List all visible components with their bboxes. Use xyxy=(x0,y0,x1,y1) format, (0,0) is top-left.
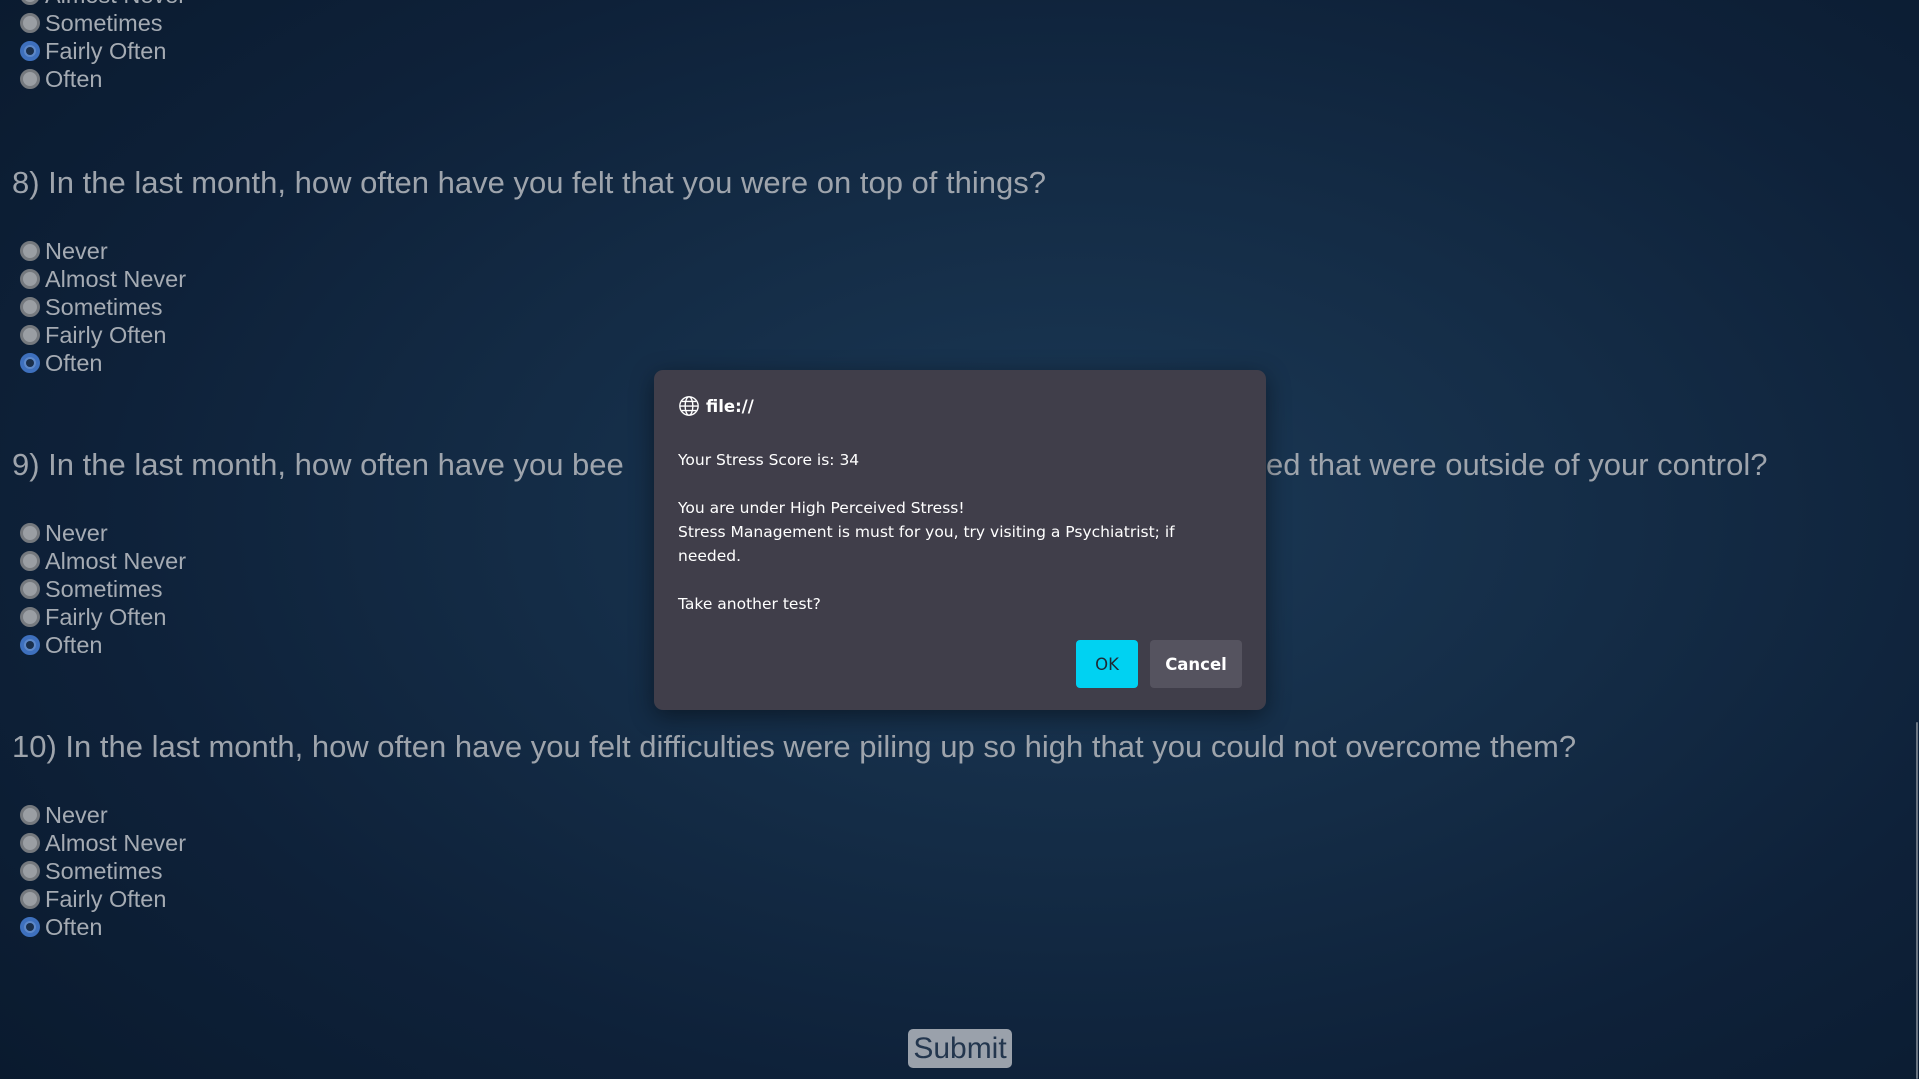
option-label: Almost Never xyxy=(45,265,187,292)
radio-button[interactable] xyxy=(20,241,40,261)
option-label: Often xyxy=(45,913,103,940)
question-10-text: 10) In the last month, how often have yo… xyxy=(12,729,1577,764)
page-scrollbar[interactable] xyxy=(1914,0,1919,1079)
option-fairly-often[interactable]: Fairly Often xyxy=(20,37,186,65)
option-almost-never[interactable]: Almost Never xyxy=(20,547,186,575)
option-often[interactable]: Often xyxy=(20,349,186,377)
option-label: Sometimes xyxy=(45,857,163,884)
radio-button[interactable] xyxy=(20,69,40,89)
option-almost-never[interactable]: Almost Never xyxy=(20,0,186,9)
option-label: Often xyxy=(45,65,103,92)
option-almost-never[interactable]: Almost Never xyxy=(20,265,186,293)
cancel-button[interactable]: Cancel xyxy=(1150,640,1242,688)
radio-button-selected[interactable] xyxy=(20,635,40,655)
option-label: Almost Never xyxy=(45,0,186,9)
option-label: Sometimes xyxy=(45,9,163,36)
option-label: Fairly Often xyxy=(45,37,167,64)
scrollbar-thumb[interactable] xyxy=(1916,722,1918,1079)
alert-dialog: file:// Your Stress Score is: 34 You are… xyxy=(654,370,1266,710)
option-never[interactable]: Never xyxy=(20,801,186,829)
dialog-buttons: OK Cancel xyxy=(1076,640,1242,688)
question-9-text-left: 9) In the last month, how often have you… xyxy=(12,447,624,482)
dialog-origin: file:// xyxy=(706,396,754,416)
option-often[interactable]: Often xyxy=(20,65,186,93)
option-label: Sometimes xyxy=(45,293,163,320)
radio-button[interactable] xyxy=(20,861,40,881)
option-label: Fairly Often xyxy=(45,603,167,630)
option-label: Sometimes xyxy=(45,575,163,602)
option-sometimes[interactable]: Sometimes xyxy=(20,857,186,885)
option-often[interactable]: Often xyxy=(20,913,186,941)
ok-button[interactable]: OK xyxy=(1076,640,1138,688)
retake-prompt-text: Take another test? xyxy=(678,595,821,613)
question-9-text-tail: ed that were outside of your control? xyxy=(1266,447,1767,483)
radio-button[interactable] xyxy=(20,523,40,543)
option-never[interactable]: Never xyxy=(20,237,186,265)
radio-button[interactable] xyxy=(20,579,40,599)
option-almost-never[interactable]: Almost Never xyxy=(20,829,186,857)
submit-button[interactable]: Submit xyxy=(908,1029,1012,1068)
option-label: Never xyxy=(45,519,108,546)
option-sometimes[interactable]: Sometimes xyxy=(20,293,186,321)
radio-button[interactable] xyxy=(20,269,40,289)
option-never[interactable]: Never xyxy=(20,519,186,547)
option-label: Almost Never xyxy=(45,547,187,574)
radio-button[interactable] xyxy=(20,551,40,571)
question-8-options: Never Almost Never Sometimes Fairly Ofte… xyxy=(20,237,186,377)
dialog-header: file:// xyxy=(678,395,754,417)
option-fairly-often[interactable]: Fairly Often xyxy=(20,885,186,913)
question-8-text: 8) In the last month, how often have you… xyxy=(12,165,1046,200)
question-9-text: 9) In the last month, how often have you… xyxy=(12,447,624,483)
option-often[interactable]: Often xyxy=(20,631,186,659)
radio-button[interactable] xyxy=(20,805,40,825)
stress-verdict-text: You are under High Perceived Stress! xyxy=(678,499,965,517)
option-fairly-often[interactable]: Fairly Often xyxy=(20,603,186,631)
option-sometimes[interactable]: Sometimes xyxy=(20,9,186,37)
option-label: Often xyxy=(45,631,103,658)
option-label: Almost Never xyxy=(45,829,187,856)
radio-button[interactable] xyxy=(20,889,40,909)
radio-button[interactable] xyxy=(20,607,40,627)
option-label: Never xyxy=(45,801,108,828)
radio-button-selected[interactable] xyxy=(20,41,40,61)
question-7-options: Almost Never Sometimes Fairly Often Ofte… xyxy=(20,0,186,93)
stress-score-text: Your Stress Score is: 34 xyxy=(678,451,860,469)
radio-button-selected[interactable] xyxy=(20,353,40,373)
option-fairly-often[interactable]: Fairly Often xyxy=(20,321,186,349)
option-label: Never xyxy=(45,237,108,264)
globe-icon xyxy=(679,396,699,416)
question-9-text-right: ed that were outside of your control? xyxy=(1266,447,1768,482)
question-10-options: Never Almost Never Sometimes Fairly Ofte… xyxy=(20,801,186,941)
radio-button[interactable] xyxy=(20,13,40,33)
dialog-message: Your Stress Score is: 34 You are under H… xyxy=(678,448,1218,616)
radio-button[interactable] xyxy=(20,833,40,853)
option-sometimes[interactable]: Sometimes xyxy=(20,575,186,603)
radio-button[interactable] xyxy=(20,297,40,317)
stress-advice-text: Stress Management is must for you, try v… xyxy=(678,523,1175,565)
radio-button-selected[interactable] xyxy=(20,917,40,937)
option-label: Fairly Often xyxy=(45,885,167,912)
question-9-options: Never Almost Never Sometimes Fairly Ofte… xyxy=(20,519,186,659)
option-label: Often xyxy=(45,349,103,376)
option-label: Fairly Often xyxy=(45,321,167,348)
radio-button[interactable] xyxy=(20,0,40,5)
radio-button[interactable] xyxy=(20,325,40,345)
